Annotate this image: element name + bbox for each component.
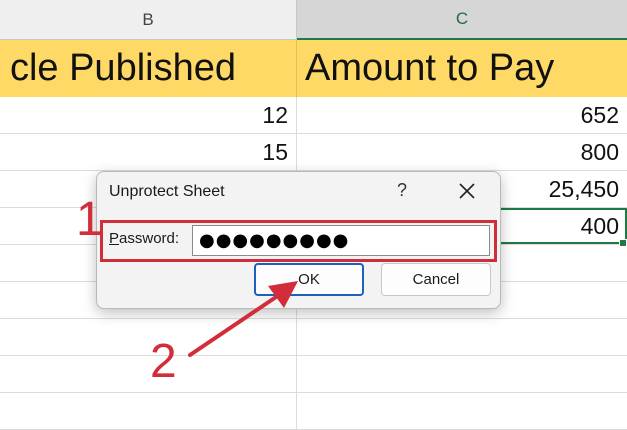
- header-cell-b[interactable]: cle Published: [0, 40, 297, 97]
- column-letter-c: C: [455, 9, 469, 28]
- close-button[interactable]: [453, 178, 481, 204]
- password-label-text: assword:: [119, 230, 180, 247]
- cell-b[interactable]: 15: [0, 134, 297, 170]
- table-row: [0, 393, 627, 430]
- unprotect-sheet-dialog: Unprotect Sheet ? Password: OK Cancel: [96, 171, 501, 309]
- table-row: [0, 319, 627, 356]
- cancel-button[interactable]: Cancel: [381, 263, 491, 296]
- password-input[interactable]: [192, 225, 490, 256]
- cell-c-value: 400: [580, 212, 619, 239]
- close-icon: [459, 183, 475, 199]
- column-letter-b: B: [142, 9, 154, 29]
- cell-b[interactable]: 12: [0, 97, 297, 133]
- cell-c[interactable]: 652: [297, 97, 627, 133]
- table-row: 15 800: [0, 134, 627, 171]
- cell-b[interactable]: [0, 319, 297, 355]
- cell-b[interactable]: [0, 356, 297, 392]
- column-header-c[interactable]: C: [297, 0, 627, 40]
- ok-button[interactable]: OK: [254, 263, 364, 296]
- password-label-accesskey: P: [109, 230, 120, 247]
- column-header-b[interactable]: B: [0, 0, 297, 40]
- table-row: 12 652: [0, 97, 627, 134]
- header-text-b: cle Published: [9, 47, 236, 89]
- password-label: Password:: [109, 230, 179, 247]
- header-text-c: Amount to Pay: [305, 47, 555, 89]
- dialog-title: Unprotect Sheet: [109, 183, 225, 200]
- cell-b[interactable]: [0, 393, 297, 429]
- cell-c[interactable]: 800: [297, 134, 627, 170]
- step-number-2: 2: [150, 335, 177, 388]
- step-number-1: 1: [76, 193, 103, 246]
- header-cell-c[interactable]: Amount to Pay: [297, 40, 627, 97]
- table-row: [0, 356, 627, 393]
- help-button[interactable]: ?: [391, 180, 413, 201]
